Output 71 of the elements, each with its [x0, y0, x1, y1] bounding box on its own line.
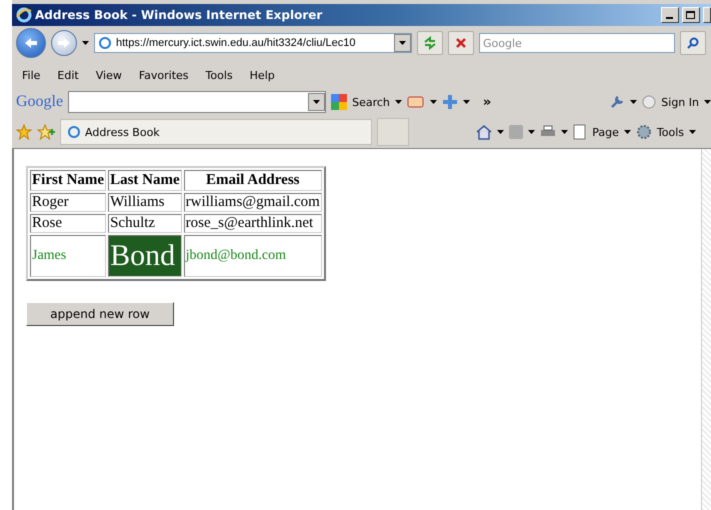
sign-in-button[interactable]: Sign In [661, 96, 699, 108]
back-button[interactable] [16, 28, 46, 58]
table-cell: James [30, 235, 106, 277]
table-cell: Williams [108, 193, 182, 212]
menu-item[interactable]: View [90, 68, 128, 82]
caret-icon[interactable] [689, 130, 696, 134]
gear-icon[interactable] [636, 124, 652, 140]
address-field[interactable]: https://mercury.ict.swin.edu.au/hit3324/cliu/Lec10 [94, 33, 412, 53]
window-title: Address Book - Windows Internet Explorer [35, 8, 324, 22]
caret-icon[interactable] [82, 41, 89, 45]
page-icon [67, 125, 81, 139]
maximize-button[interactable] [682, 7, 700, 23]
table-cell: Schultz [108, 214, 182, 233]
search-icon [687, 37, 699, 49]
table-cell: Roger [30, 193, 106, 212]
stop-button[interactable] [448, 31, 474, 55]
close-icon [455, 37, 467, 49]
refresh-icon [423, 36, 437, 50]
table-cell: rose_s@earthlink.net [184, 214, 322, 233]
star-icon[interactable] [16, 124, 32, 140]
browser-logo-icon [16, 7, 32, 23]
close-button[interactable] [703, 7, 711, 23]
forward-button[interactable] [51, 30, 77, 56]
caret-icon[interactable] [497, 130, 504, 134]
caret-icon[interactable] [313, 100, 320, 104]
back-arrow-icon [24, 37, 38, 49]
column-header: Email Address [184, 170, 322, 191]
toolbar-search-field[interactable] [68, 91, 326, 113]
caret-icon[interactable] [630, 100, 638, 104]
menu-item[interactable]: File [16, 68, 46, 82]
caret-icon[interactable] [430, 100, 437, 104]
refresh-button[interactable] [417, 31, 443, 55]
menu-item[interactable]: Favorites [132, 68, 195, 82]
caret-icon[interactable] [561, 130, 568, 134]
more-button[interactable]: » [482, 94, 492, 110]
google-search-icon [331, 94, 348, 110]
caret-icon[interactable] [704, 100, 711, 104]
table-cell: jbond@bond.com [184, 235, 322, 277]
table-cell: rwilliams@gmail.com [184, 193, 322, 212]
minimize-button[interactable] [661, 7, 679, 23]
add-favorite-icon[interactable] [37, 124, 55, 140]
maximize-icon [686, 10, 696, 20]
tools-menu[interactable]: Tools [656, 126, 684, 138]
column-header: Last Name [108, 170, 182, 191]
table-cell: Bond [108, 235, 182, 277]
append-row-button[interactable]: append new row [26, 302, 174, 326]
forward-arrow-icon [57, 37, 71, 49]
printer-icon[interactable] [540, 125, 556, 139]
page-icon [98, 36, 112, 50]
page-menu[interactable]: Page [592, 126, 619, 138]
page-menu-icon[interactable] [573, 124, 588, 140]
scrollbar[interactable] [701, 149, 711, 510]
sign-in-icon [642, 95, 656, 109]
table-cell: Rose [30, 214, 106, 233]
caret-icon[interactable] [462, 100, 470, 104]
caret-icon[interactable] [394, 100, 402, 104]
bookmark-icon[interactable] [406, 95, 425, 109]
menu-item[interactable]: Tools [200, 68, 239, 82]
search-button[interactable]: Search [352, 96, 390, 108]
home-icon[interactable] [476, 124, 492, 140]
menu-item[interactable]: Help [244, 68, 281, 82]
wrench-icon[interactable] [609, 94, 626, 110]
search-field[interactable]: Google [479, 33, 675, 53]
browser-tab[interactable]: Address Book [60, 119, 372, 145]
column-header: First Name [30, 170, 106, 191]
search-button[interactable] [680, 31, 706, 55]
caret-icon[interactable] [528, 130, 536, 134]
caret-icon[interactable] [624, 130, 631, 134]
caret-icon[interactable] [399, 41, 406, 45]
google-logo: Google [16, 93, 64, 111]
menu-item[interactable]: Edit [51, 68, 85, 82]
